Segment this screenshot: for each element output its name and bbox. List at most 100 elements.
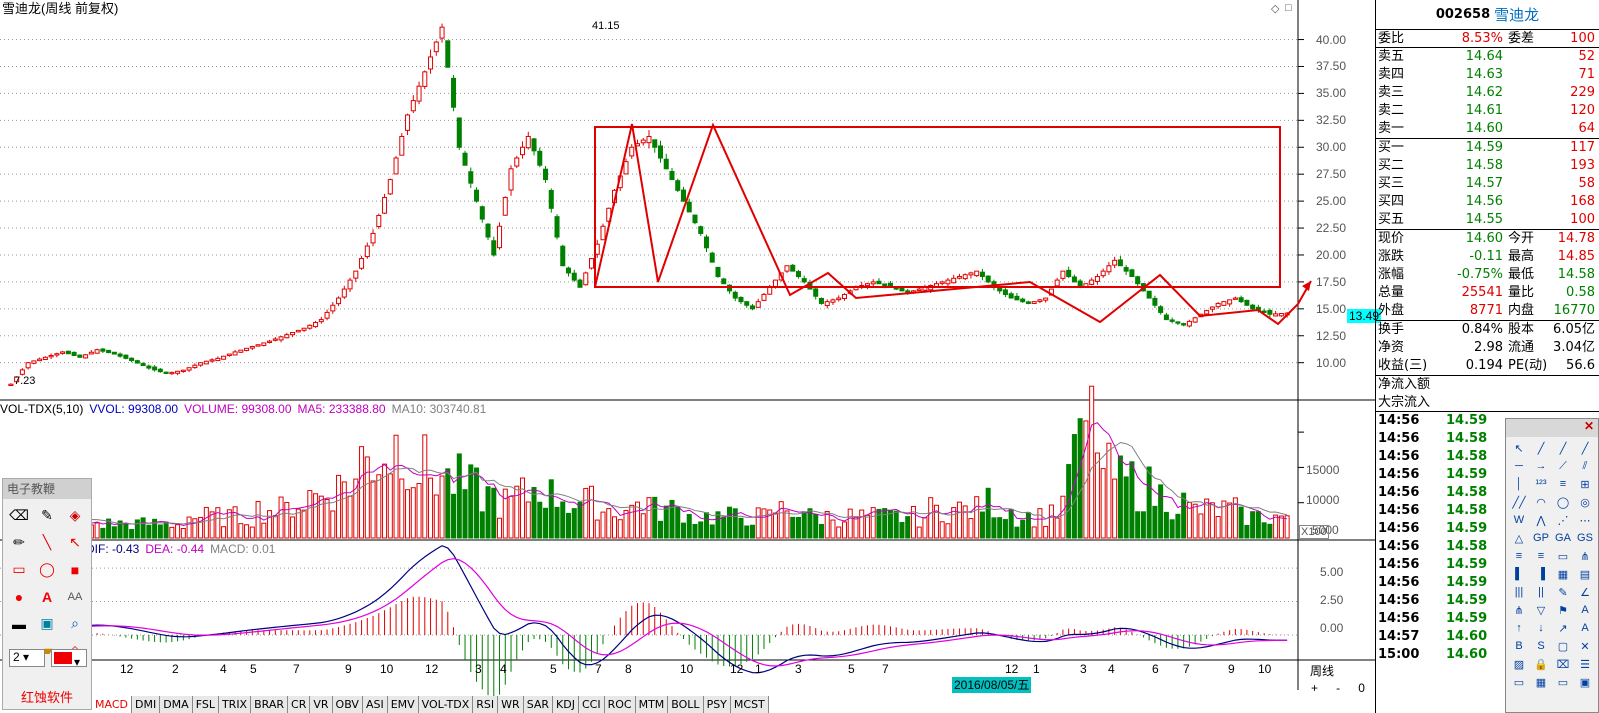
segment-icon[interactable]: ╱ [1574,439,1596,457]
gs-icon[interactable]: GS [1574,529,1596,547]
tab-asi[interactable]: ASI [362,696,388,713]
tab-trix[interactable]: TRIX [218,696,252,713]
wave-icon[interactable]: W [1508,511,1530,529]
tab-emv[interactable]: EMV [387,696,419,713]
tab-mcst[interactable]: MCST [730,696,769,713]
fan2-icon[interactable]: ⋔ [1508,601,1530,619]
trend-line-annotation[interactable] [594,122,1312,326]
tab-roc[interactable]: ROC [604,696,636,713]
pencil-icon[interactable]: ✏ [5,529,33,556]
mark-icon[interactable]: A [1574,619,1596,637]
zoom-in-button[interactable]: + [1311,681,1318,695]
screen-icon[interactable]: ▣ [33,610,61,637]
cycle-icon[interactable]: ╱╱ [1508,493,1530,511]
font-size-icon[interactable]: AA [61,583,89,610]
magnify-icon[interactable]: ⌕ [61,610,89,637]
tab-cci[interactable]: CCI [578,696,605,713]
ray-icon[interactable]: ╱ [1552,439,1574,457]
tab-rsi[interactable]: RSI [473,696,499,713]
pen-icon[interactable]: ✎ [33,502,61,529]
text-icon[interactable]: A [1574,601,1596,619]
fan-icon[interactable]: ⋰ [1552,511,1574,529]
channel-icon[interactable]: ⟋ [1552,457,1574,475]
fill-icon[interactable]: ◈ [61,502,89,529]
tab-dmi[interactable]: DMI [131,696,161,713]
zoom-out-button[interactable]: - [1336,681,1340,695]
box-icon[interactable]: ▭ [1552,547,1574,565]
tab-psy[interactable]: PSY [703,696,731,713]
line-icon[interactable]: ╲ [33,529,61,556]
pitch-icon[interactable]: ⋔ [1574,547,1596,565]
tab-mtm[interactable]: MTM [635,696,669,713]
down-arrow-icon[interactable]: ↓ [1530,619,1552,637]
delete-icon[interactable]: ⌧ [1552,655,1574,673]
eraser-icon[interactable]: ⌫ [5,502,33,529]
cursor-icon[interactable]: ↖ [1508,439,1530,457]
tab-brar[interactable]: BRAR [251,696,289,713]
tab-vol-tdx[interactable]: VOL-TDX [418,696,474,713]
line-icon[interactable]: ╱ [1530,439,1552,457]
v-bar-icon[interactable]: ▐ [1530,565,1552,583]
bars2-icon[interactable]: || [1530,583,1552,601]
close-icon[interactable]: ✕ [1506,419,1598,437]
screen-icon[interactable]: ▭ [1552,673,1574,691]
flag-icon[interactable]: ⚑ [1552,601,1574,619]
calc-icon[interactable]: ▦ [1530,673,1552,691]
gp-icon[interactable]: GP [1530,529,1552,547]
pattern-icon[interactable]: ▤ [1574,565,1596,583]
gann-icon[interactable]: ⊞ [1574,475,1596,493]
rect-icon[interactable]: ▭ [5,556,33,583]
filled-rect-icon[interactable]: ■ [61,556,89,583]
sell-text-icon[interactable]: S [1530,637,1552,655]
tab-macd[interactable]: MACD [92,696,132,713]
black-bar-icon[interactable]: ▬ [5,610,33,637]
parallel-icon[interactable]: ⫽ [1574,457,1596,475]
tab-sar[interactable]: SAR [523,696,554,713]
tri-down-icon[interactable]: ▽ [1530,601,1552,619]
lines-icon[interactable]: ☰ [1574,655,1596,673]
tab-fsl[interactable]: FSL [192,696,219,713]
h-line-icon[interactable]: ─ [1508,457,1530,475]
filled-ellipse-icon[interactable]: ● [5,583,33,610]
speed-icon[interactable]: ⋯ [1574,511,1596,529]
v-line-icon[interactable]: │ [1508,475,1530,493]
reset-button[interactable]: 0 [1358,681,1365,695]
up-arrow-icon[interactable]: ↑ [1508,619,1530,637]
tab-wr[interactable]: WR [498,696,524,713]
lock-icon[interactable]: 🔒 [1530,655,1552,673]
arrow-line-icon[interactable]: → [1530,457,1552,475]
f-ret-icon[interactable]: ≡ [1508,547,1530,565]
tab-obv[interactable]: OBV [332,696,363,713]
tab-dma[interactable]: DMA [160,696,193,713]
f-ext-icon[interactable]: ≡ [1530,547,1552,565]
buy-text-icon[interactable]: B [1508,637,1530,655]
angle-icon[interactable]: ∠ [1574,583,1596,601]
image-icon[interactable]: ▣ [1574,673,1596,691]
tab-boll[interactable]: BOLL [668,696,704,713]
zigzag-icon[interactable]: ⋀ [1530,511,1552,529]
h-bar-icon[interactable]: ▌ [1508,565,1530,583]
tab-kdj[interactable]: KDJ [553,696,579,713]
note-icon[interactable]: ▭ [1508,673,1530,691]
arc-icon[interactable]: ◠ [1530,493,1552,511]
text-icon[interactable]: A [33,583,61,610]
pen-icon[interactable]: ✎ [1552,583,1574,601]
stamp-icon[interactable]: ▨ [1508,655,1530,673]
close-x-icon[interactable]: ✕ [1574,637,1596,655]
eraser-icon[interactable]: ▢ [1552,637,1574,655]
arrow-icon[interactable]: ↖ [61,529,89,556]
triangle-icon[interactable]: △ [1508,529,1530,547]
box-annotation[interactable] [594,126,1281,288]
spiral-icon[interactable]: ◎ [1574,493,1596,511]
color-select[interactable]: ▾ [51,649,87,669]
bars-icon[interactable]: ||| [1508,583,1530,601]
fib-icon[interactable]: ≡ [1552,475,1574,493]
circle-icon[interactable]: ◯ [1552,493,1574,511]
tab-vr[interactable]: VR [310,696,333,713]
tab-cr[interactable]: CR [288,696,311,713]
grid-icon[interactable]: ▦ [1552,565,1574,583]
period-label[interactable]: 周线 [1310,662,1334,679]
ellipse-icon[interactable]: ◯ [33,556,61,583]
ga-icon[interactable]: GA [1552,529,1574,547]
line-width-select[interactable]: 2 ▾ [9,649,45,667]
